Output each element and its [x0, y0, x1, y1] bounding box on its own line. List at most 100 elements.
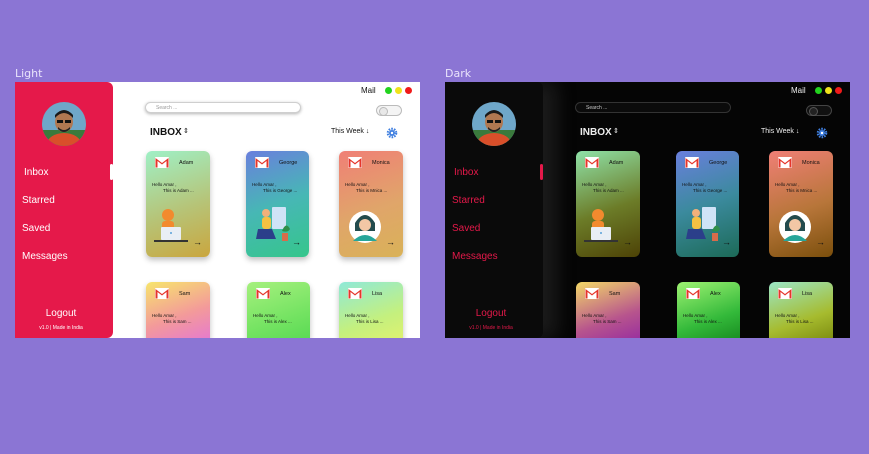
woman-avatar-icon: [349, 211, 381, 243]
maximize-dot[interactable]: [825, 87, 832, 94]
sender-name: Monica: [372, 160, 390, 166]
week-filter-dropdown[interactable]: This Week ↓: [761, 128, 799, 135]
sidebar-item-starred[interactable]: Starred: [22, 195, 55, 206]
gmail-icon: [155, 157, 169, 168]
sidebar-item-inbox[interactable]: Inbox: [454, 167, 478, 178]
mail-card-lisa[interactable]: Lisa Hello Amar , This is Lisa ...: [769, 282, 833, 338]
mail-card-alex[interactable]: Alex Hello Amar , This is Alex ...: [247, 282, 310, 338]
mail-card-sam[interactable]: Sam Hello Amar , This is Sam ...: [576, 282, 640, 338]
mail-card-adam[interactable]: Adam Hello Amar , This is Adam ... →: [576, 151, 640, 257]
preview-text: This is Alex ...: [264, 319, 292, 324]
preview-text: This is Lisa ...: [356, 319, 384, 324]
greeting-text: Hello Amar ,: [152, 182, 177, 187]
gmail-icon: [778, 157, 792, 168]
theme-toggle[interactable]: [376, 105, 402, 116]
open-arrow-icon[interactable]: →: [623, 237, 632, 247]
open-arrow-icon[interactable]: →: [722, 237, 731, 247]
minimize-dot[interactable]: [385, 87, 392, 94]
greeting-text: Hello Amar ,: [775, 313, 800, 318]
sort-icon[interactable]: ⇕: [183, 127, 189, 135]
light-mode-frame: Inbox Starred Saved Messages Logout v1.0…: [15, 82, 420, 338]
greeting-text: Hello Amar ,: [345, 313, 370, 318]
light-frame-label: Light: [15, 67, 43, 80]
mail-card-george[interactable]: George Hello Amar , This is George ... →: [246, 151, 309, 257]
sender-name: Alex: [280, 291, 291, 297]
mail-card-sam[interactable]: Sam Hello Amar , This is Sam ...: [146, 282, 210, 338]
gmail-icon: [685, 157, 699, 168]
sender-name: Lisa: [802, 291, 813, 297]
sidebar-item-messages[interactable]: Messages: [22, 251, 68, 262]
close-dot[interactable]: [405, 87, 412, 94]
greeting-text: Hello Amar ,: [253, 313, 278, 318]
sender-name: Monica: [802, 160, 820, 166]
window-title: Mail: [791, 86, 806, 95]
dark-frame-label: Dark: [445, 67, 472, 80]
page-title: INBOX: [580, 127, 612, 138]
preview-text: This is Sam ...: [593, 319, 622, 324]
dark-mode-frame: Inbox Starred Saved Messages Logout v1.0…: [445, 82, 850, 338]
search-input[interactable]: Search ...: [145, 102, 301, 113]
sidebar: Inbox Starred Saved Messages Logout v1.0…: [445, 82, 543, 338]
sender-name: George: [709, 160, 728, 166]
sidebar-item-inbox[interactable]: Inbox: [24, 167, 48, 178]
mail-card-monica[interactable]: Monica Hello Amar , This is Mnica ... →: [769, 151, 833, 257]
sender-name: Lisa: [372, 291, 383, 297]
mail-card-george[interactable]: George Hello Amar , This is George ... →: [676, 151, 739, 257]
toggle-knob: [379, 107, 388, 116]
gmail-icon: [256, 288, 270, 299]
sidebar-item-saved[interactable]: Saved: [22, 223, 50, 234]
sender-name: Sam: [609, 291, 621, 297]
sender-name: Adam: [609, 160, 624, 166]
open-arrow-icon[interactable]: →: [193, 237, 202, 247]
person-plants-icon: [256, 207, 290, 241]
open-arrow-icon[interactable]: →: [292, 237, 301, 247]
preview-text: This is Adam ...: [163, 188, 194, 193]
greeting-text: Hello Amar ,: [345, 182, 370, 187]
preview-text: This is Sam ...: [163, 319, 192, 324]
week-filter-dropdown[interactable]: This Week ↓: [331, 128, 369, 135]
preview-text: This is George ...: [693, 188, 728, 193]
theme-toggle[interactable]: [806, 105, 832, 116]
sort-icon[interactable]: ⇕: [613, 127, 619, 135]
greeting-text: Hello Amar ,: [582, 313, 607, 318]
open-arrow-icon[interactable]: →: [386, 237, 395, 247]
preview-text: This is George ...: [263, 188, 298, 193]
greeting-text: Hello Amar ,: [775, 182, 800, 187]
minimize-dot[interactable]: [815, 87, 822, 94]
avatar[interactable]: [42, 102, 86, 146]
greeting-text: Hello Amar ,: [152, 313, 177, 318]
woman-avatar-icon: [779, 211, 811, 243]
gear-icon[interactable]: [816, 126, 828, 139]
avatar[interactable]: [472, 102, 516, 146]
close-dot[interactable]: [835, 87, 842, 94]
sidebar-item-starred[interactable]: Starred: [452, 195, 485, 206]
greeting-text: Hello Amar ,: [683, 313, 708, 318]
version-text: v1.0 | Made in India: [469, 325, 513, 331]
open-arrow-icon[interactable]: →: [816, 237, 825, 247]
gmail-icon: [155, 288, 169, 299]
gmail-icon: [686, 288, 700, 299]
greeting-text: Hello Amar ,: [252, 182, 277, 187]
logout-button[interactable]: Logout: [15, 308, 107, 319]
mail-card-lisa[interactable]: Lisa Hello Amar , This is Lisa ...: [339, 282, 403, 338]
mail-card-adam[interactable]: Adam Hello Amar , This is Adam ... →: [146, 151, 210, 257]
mail-card-monica[interactable]: Monica Hello Amar , This is Mnica ... →: [339, 151, 403, 257]
sender-name: Adam: [179, 160, 194, 166]
preview-text: This is Alex ...: [694, 319, 722, 324]
person-laptop-icon: [154, 209, 188, 242]
sidebar-item-messages[interactable]: Messages: [452, 251, 498, 262]
person-laptop-icon: [584, 209, 618, 242]
sender-name: Sam: [179, 291, 191, 297]
sender-name: George: [279, 160, 298, 166]
person-plants-icon: [686, 207, 720, 241]
greeting-text: Hello Amar ,: [582, 182, 607, 187]
sender-name: Alex: [710, 291, 721, 297]
active-indicator: [540, 164, 543, 180]
maximize-dot[interactable]: [395, 87, 402, 94]
sidebar-item-saved[interactable]: Saved: [452, 223, 480, 234]
mail-card-alex[interactable]: Alex Hello Amar , This is Alex ...: [677, 282, 740, 338]
preview-text: This is Mnica ...: [786, 188, 818, 193]
logout-button[interactable]: Logout: [445, 308, 537, 319]
search-input[interactable]: Search ...: [575, 102, 731, 113]
gear-icon[interactable]: [386, 126, 398, 139]
